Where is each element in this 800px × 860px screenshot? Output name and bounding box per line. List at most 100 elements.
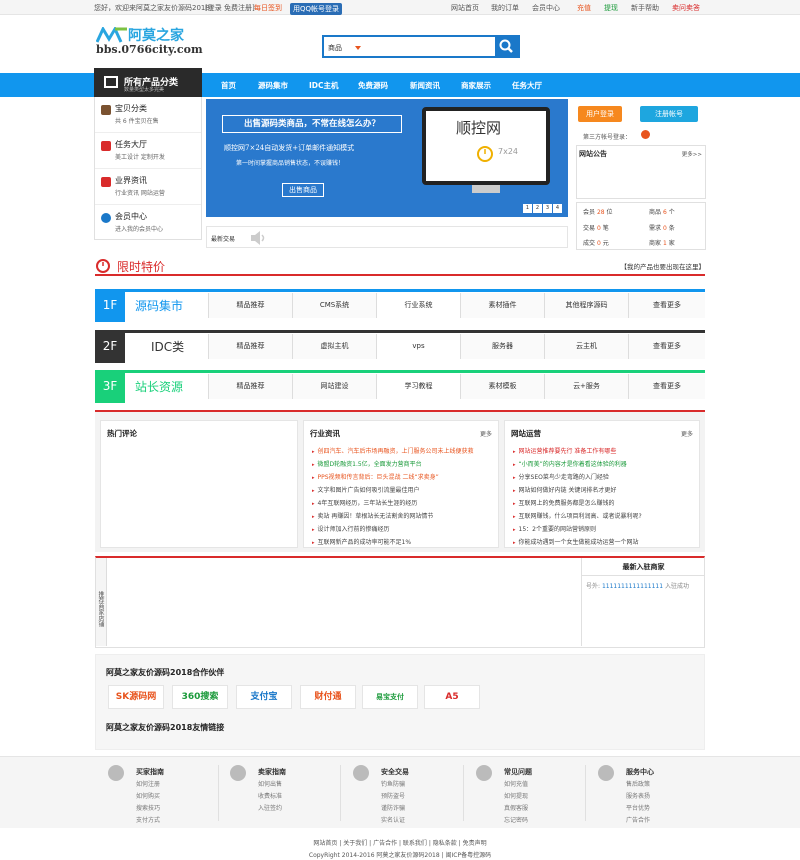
footer-link[interactable]: 谨防诈骗 bbox=[381, 803, 405, 812]
banner-page-dot[interactable]: 4 bbox=[553, 204, 562, 213]
floor-tab[interactable]: 素材插件 bbox=[460, 293, 544, 318]
banner-page-dot[interactable]: 1 bbox=[523, 204, 532, 213]
list-item[interactable]: 网站运营推荐要先行 准备工作有哪些 bbox=[513, 446, 617, 455]
list-item[interactable]: 分享SEO菜鸟少走弯路的入门经验 bbox=[513, 472, 609, 481]
footer-link[interactable]: 钓鱼防骗 bbox=[381, 779, 405, 788]
top-link-recharge[interactable]: 充值 bbox=[577, 3, 591, 13]
top-link-qa[interactable]: 卖问卖答 bbox=[672, 3, 700, 13]
banner-sell-button[interactable]: 出售商品 bbox=[282, 183, 324, 197]
floor-tab[interactable]: 查看更多 bbox=[628, 293, 705, 318]
floor-tab[interactable]: 虚拟主机 bbox=[292, 334, 376, 359]
partner-logo[interactable]: 360搜索 bbox=[172, 685, 228, 709]
logo-mark-icon[interactable] bbox=[96, 27, 128, 43]
search-button[interactable] bbox=[495, 37, 518, 56]
partner-logo[interactable]: 支付宝 bbox=[236, 685, 292, 709]
footer-link[interactable]: 如何注册 bbox=[136, 779, 160, 788]
floor-name[interactable]: 站长资源 bbox=[135, 378, 183, 395]
all-category-button[interactable]: 所有产品分类 数量类型太多完美 bbox=[94, 68, 202, 97]
sidebar-item-categories[interactable]: 宝贝分类 共 6 件宝贝在售 bbox=[95, 97, 201, 133]
top-link-home[interactable]: 网站首页 bbox=[451, 3, 479, 13]
list-item[interactable]: 卖站 再赚因！草根站长无法割舍的网站情节 bbox=[312, 511, 434, 520]
list-item[interactable]: 微盟D轮融资1.5亿，全面发力营商平台 bbox=[312, 459, 422, 468]
footer-link[interactable]: 入驻签约 bbox=[258, 803, 282, 812]
search-category-select[interactable]: 商品 bbox=[328, 43, 342, 53]
list-item[interactable]: 互联网赚钱，什么项目利润高、或者说暴利呢? bbox=[513, 511, 642, 520]
partner-logo[interactable]: A5 bbox=[424, 685, 480, 709]
footer-link[interactable]: 实名认证 bbox=[381, 815, 405, 824]
banner-page-dot[interactable]: 3 bbox=[543, 204, 552, 213]
floor-tab[interactable]: 行业系统 bbox=[376, 293, 460, 318]
top-link-member[interactable]: 会员中心 bbox=[532, 3, 560, 13]
sidebar-item-member[interactable]: 会员中心 进入我的会员中心 bbox=[95, 205, 201, 241]
login-link[interactable]: [登录 bbox=[205, 3, 222, 13]
footer-link[interactable]: 广告合作 bbox=[626, 815, 650, 824]
nav-tasks[interactable]: 任务大厅 bbox=[512, 80, 542, 91]
footer-link[interactable]: 真假客服 bbox=[504, 803, 528, 812]
footer-link[interactable]: 收费标准 bbox=[258, 791, 282, 800]
floor-tab[interactable]: 精品推荐 bbox=[208, 374, 292, 399]
user-login-button[interactable]: 用户登录 bbox=[578, 106, 622, 122]
signin-link[interactable]: 每日签到 bbox=[254, 3, 282, 13]
floor-tab[interactable]: 学习教程 bbox=[376, 374, 460, 399]
recommended-shops-tab[interactable]: 推荐商家店铺 bbox=[96, 558, 107, 646]
floor-tab[interactable]: CMS系统 bbox=[292, 293, 376, 318]
chevron-down-icon[interactable] bbox=[355, 46, 361, 50]
qq-login-button[interactable]: 用QQ帐号登录 bbox=[290, 3, 343, 15]
logo-text[interactable]: 阿莫之家 bbox=[128, 25, 184, 45]
top-link-withdraw[interactable]: 提现 bbox=[604, 3, 618, 13]
partner-logo[interactable]: 财付通 bbox=[300, 685, 356, 709]
floor-tab[interactable]: 精品推荐 bbox=[208, 293, 292, 318]
floor-tab[interactable]: 查看更多 bbox=[628, 374, 705, 399]
footer-link[interactable]: 服务表扬 bbox=[626, 791, 650, 800]
qq-icon[interactable] bbox=[641, 130, 650, 139]
list-item[interactable]: 网站如何做好内链 关键词排名才更好 bbox=[513, 485, 617, 494]
nav-source-market[interactable]: 源码集市 bbox=[258, 80, 288, 91]
list-item[interactable]: 4年互联网经历，三年站长生涯的经历 bbox=[312, 498, 418, 507]
list-item[interactable]: 15：2个重要的网站营销原则 bbox=[513, 524, 596, 533]
floor-tab[interactable]: 查看更多 bbox=[628, 334, 705, 359]
list-item[interactable]: “小而美”的内容才是你着看这体验的利器 bbox=[513, 459, 627, 468]
footer-links[interactable]: 网站首页 | 关于我们 | 广告合作 | 联系我们 | 隐私条款 | 免责声明 bbox=[0, 838, 800, 847]
floor-name[interactable]: 源码集市 bbox=[135, 297, 183, 314]
footer-link[interactable]: 如何购买 bbox=[136, 791, 160, 800]
floor-tab[interactable]: 云+服务 bbox=[544, 374, 628, 399]
footer-link[interactable]: 售后政策 bbox=[626, 779, 650, 788]
floor-tab[interactable]: 精品推荐 bbox=[208, 334, 292, 359]
register-link[interactable]: 免费注册] bbox=[224, 3, 255, 13]
banner-page-dot[interactable]: 2 bbox=[533, 204, 542, 213]
hero-banner[interactable]: 出售源码类商品，不常在线怎么办？ 顺控网7×24自动发货+订单邮件通知模式 第一… bbox=[206, 99, 568, 217]
sidebar-item-news[interactable]: 业界资讯 行业资讯 网站运营 bbox=[95, 169, 201, 205]
special-offer-link[interactable]: 【我的产品也要出现在这里】 bbox=[621, 261, 706, 271]
nav-idc[interactable]: IDC主机 bbox=[309, 80, 339, 91]
nav-news[interactable]: 新闻资讯 bbox=[410, 80, 440, 91]
list-item[interactable]: 你能成功遇到一个女生做能成功运营一个网站 bbox=[513, 537, 639, 546]
box-more-link[interactable]: 更多 bbox=[681, 429, 693, 438]
nav-free-source[interactable]: 免费源码 bbox=[358, 80, 388, 91]
list-item[interactable]: 文字和图片广告如何吸引流量最佳用户 bbox=[312, 485, 420, 494]
list-item[interactable]: 互联网上的免费服务都是怎么赚钱的 bbox=[513, 498, 615, 507]
floor-name[interactable]: IDC类 bbox=[151, 338, 184, 355]
list-item[interactable]: 创四汽车、汽车后市场再融资，上门服务公司未上线便获救 bbox=[312, 446, 474, 455]
footer-link[interactable]: 如何提现 bbox=[504, 791, 528, 800]
footer-link[interactable]: 忘记密码 bbox=[504, 815, 528, 824]
partner-logo[interactable]: SK源码网 bbox=[108, 685, 164, 709]
footer-link[interactable]: 平台优势 bbox=[626, 803, 650, 812]
footer-link[interactable]: 搜索技巧 bbox=[136, 803, 160, 812]
partner-logo[interactable]: 易宝支付 bbox=[362, 685, 418, 709]
register-button[interactable]: 注册帐号 bbox=[640, 106, 698, 122]
floor-tab[interactable]: vps bbox=[376, 334, 460, 359]
footer-link[interactable]: 预防盗号 bbox=[381, 791, 405, 800]
list-item[interactable]: 互联网新产品的成功率可能不足1% bbox=[312, 537, 412, 546]
top-link-orders[interactable]: 我的订单 bbox=[491, 3, 519, 13]
footer-link[interactable]: 如何出售 bbox=[258, 779, 282, 788]
list-item[interactable]: 设计师加入行前的惨痛经历 bbox=[312, 524, 390, 533]
box-more-link[interactable]: 更多 bbox=[480, 429, 492, 438]
floor-tab[interactable]: 素材模板 bbox=[460, 374, 544, 399]
notice-more-link[interactable]: 更多>> bbox=[682, 150, 702, 158]
list-item[interactable]: PPS视频和传言背后：巨头混战 二线“求卖身” bbox=[312, 472, 439, 481]
floor-tab[interactable]: 网站建设 bbox=[292, 374, 376, 399]
floor-tab[interactable]: 其他程序源码 bbox=[544, 293, 628, 318]
footer-link[interactable]: 支付方式 bbox=[136, 815, 160, 824]
top-link-help[interactable]: 新手帮助 bbox=[631, 3, 659, 13]
nav-shops[interactable]: 商家展示 bbox=[461, 80, 491, 91]
